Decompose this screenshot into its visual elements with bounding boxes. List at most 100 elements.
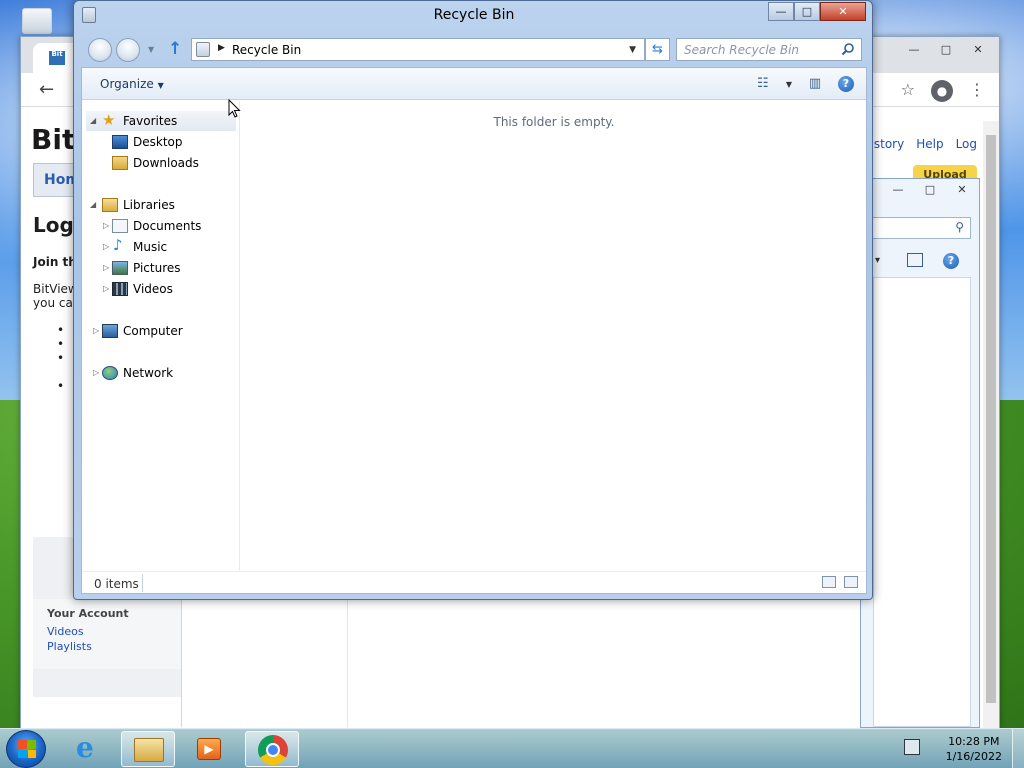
log-link[interactable]: Log xyxy=(956,137,977,151)
mouse-cursor-icon xyxy=(228,99,241,118)
navigation-row: ▼ ↑ ▶ Recycle Bin ▼ ⇆ Search Recycle Bin xyxy=(86,37,866,63)
nav-network[interactable]: Network xyxy=(123,363,173,383)
explorer2-content xyxy=(873,277,971,727)
search-icon xyxy=(841,43,854,56)
browser-maximize-button[interactable]: □ xyxy=(931,41,961,59)
nav-desktop[interactable]: Desktop xyxy=(133,132,183,152)
menu-dots-icon[interactable]: ⋮ xyxy=(969,80,985,102)
taskbar-chrome[interactable] xyxy=(245,731,299,767)
command-bar: Organize ▼ ☷ ▼ ▥ ? xyxy=(82,68,866,100)
nav-favorites[interactable]: Favorites xyxy=(123,111,177,131)
sidebar-link-playlists[interactable]: Playlists xyxy=(47,639,167,654)
explorer2-close-button[interactable]: ✕ xyxy=(947,181,977,199)
forward-button[interactable] xyxy=(116,38,140,62)
help-icon[interactable]: ? xyxy=(838,76,854,92)
expand-arrow-icon[interactable]: ▷ xyxy=(103,237,109,257)
recycle-bin-icon xyxy=(196,42,210,57)
favicon-icon: Bit xyxy=(49,51,65,65)
refresh-button[interactable]: ⇆ xyxy=(645,38,670,61)
collapse-arrow-icon[interactable]: ◢ xyxy=(90,111,96,131)
back-arrow-icon[interactable]: ← xyxy=(39,79,54,100)
expand-arrow-icon[interactable]: ▷ xyxy=(103,279,109,299)
explorer2-search-box[interactable]: ⚲ xyxy=(861,217,971,239)
background-explorer-window: — □ ✕ ⚲ ▾ ? xyxy=(860,178,980,728)
expand-arrow-icon[interactable]: ▷ xyxy=(103,216,109,236)
music-icon: ♪ xyxy=(113,236,123,254)
recent-pages-dropdown-icon[interactable]: ▼ xyxy=(148,45,154,54)
view-dropdown-icon[interactable]: ▼ xyxy=(786,80,792,89)
expand-arrow-icon[interactable]: ▷ xyxy=(103,258,109,278)
nav-libraries[interactable]: Libraries xyxy=(123,195,175,215)
navigation-pane: ◢ ★ Favorites Desktop Downloads ◢ Librar… xyxy=(82,101,240,571)
breadcrumb[interactable]: Recycle Bin xyxy=(232,43,301,57)
chevron-down-icon: ▼ xyxy=(157,81,164,90)
details-view-icon[interactable] xyxy=(822,576,836,588)
status-divider xyxy=(142,574,143,592)
profile-avatar[interactable]: ● xyxy=(931,80,953,102)
start-button[interactable] xyxy=(6,730,46,768)
minimize-button[interactable]: — xyxy=(768,2,794,21)
up-arrow-icon[interactable]: ↑ xyxy=(168,39,182,59)
back-button[interactable] xyxy=(88,38,112,62)
desktop-icon xyxy=(112,135,128,149)
preview-pane-icon[interactable]: ▥ xyxy=(806,75,824,93)
close-button[interactable]: ✕ xyxy=(820,2,866,21)
nav-videos[interactable]: Videos xyxy=(133,279,173,299)
breadcrumb-chevron-icon[interactable]: ▶ xyxy=(218,43,225,53)
explorer-content: Organize ▼ ☷ ▼ ▥ ? ◢ ★ Favorites Desktop… xyxy=(81,67,867,594)
taskbar: e ▶ 10:28 PM 1/16/2022 xyxy=(0,728,1024,768)
address-dropdown-icon[interactable]: ▼ xyxy=(629,45,636,55)
preview-pane-icon[interactable] xyxy=(907,253,923,267)
collapse-arrow-icon[interactable]: ◢ xyxy=(90,195,96,215)
expand-arrow-icon[interactable]: ▷ xyxy=(93,363,99,383)
desktop-recycle-bin-icon[interactable] xyxy=(22,8,52,34)
star-icon: ★ xyxy=(102,111,116,129)
system-tray: 10:28 PM 1/16/2022 xyxy=(904,729,1024,768)
change-view-icon[interactable]: ☷ xyxy=(754,75,772,93)
nav-computer[interactable]: Computer xyxy=(123,321,183,341)
scrollbar-thumb[interactable] xyxy=(986,135,996,703)
site-divider xyxy=(181,597,182,727)
nav-downloads[interactable]: Downloads xyxy=(133,153,199,173)
star-icon[interactable]: ☆ xyxy=(901,80,915,102)
browser-minimize-button[interactable]: — xyxy=(899,41,929,59)
sidebar-title: Your Account xyxy=(47,607,129,620)
organize-menu[interactable]: Organize ▼ xyxy=(100,77,164,91)
site-header-links: History Help Log xyxy=(862,137,978,151)
action-center-icon[interactable] xyxy=(904,739,920,755)
videos-icon xyxy=(112,282,128,296)
clock-date: 1/16/2022 xyxy=(945,750,1002,763)
help-link[interactable]: Help xyxy=(916,137,943,151)
large-icons-view-icon[interactable] xyxy=(844,576,858,588)
explorer2-minimize-button[interactable]: — xyxy=(883,181,913,199)
site-logo[interactable]: Bit xyxy=(31,123,75,156)
media-player-icon: ▶ xyxy=(197,738,221,760)
nav-pictures[interactable]: Pictures xyxy=(133,258,181,278)
taskbar-internet-explorer[interactable]: e xyxy=(64,731,118,767)
internet-explorer-icon: e xyxy=(76,731,94,764)
search-icon: ⚲ xyxy=(955,220,964,234)
address-bar[interactable]: ▶ Recycle Bin ▼ xyxy=(191,38,645,61)
browser-scrollbar[interactable] xyxy=(983,121,999,729)
clock-time: 10:28 PM xyxy=(948,735,1000,748)
clock[interactable]: 10:28 PM 1/16/2022 xyxy=(946,734,1002,764)
explorer2-maximize-button[interactable]: □ xyxy=(915,181,945,199)
explorer2-dropdown-icon[interactable]: ▾ xyxy=(875,255,880,266)
show-desktop-button[interactable] xyxy=(1012,729,1024,768)
empty-folder-message: This folder is empty. xyxy=(493,115,615,129)
search-placeholder: Search Recycle Bin xyxy=(684,43,800,57)
folder-icon xyxy=(134,738,164,762)
pictures-icon xyxy=(112,261,128,275)
taskbar-windows-explorer[interactable] xyxy=(121,731,175,767)
maximize-button[interactable]: □ xyxy=(794,2,820,21)
expand-arrow-icon[interactable]: ▷ xyxy=(93,321,99,341)
status-bar: 0 items xyxy=(82,571,866,593)
window-title: Recycle Bin xyxy=(433,7,515,23)
browser-close-button[interactable]: ✕ xyxy=(963,41,993,59)
nav-documents[interactable]: Documents xyxy=(133,216,201,236)
taskbar-media-player[interactable]: ▶ xyxy=(183,731,237,767)
help-icon[interactable]: ? xyxy=(943,253,959,269)
search-input[interactable]: Search Recycle Bin xyxy=(676,38,862,61)
sidebar-link-videos[interactable]: Videos xyxy=(47,624,167,639)
nav-music[interactable]: Music xyxy=(133,237,167,257)
